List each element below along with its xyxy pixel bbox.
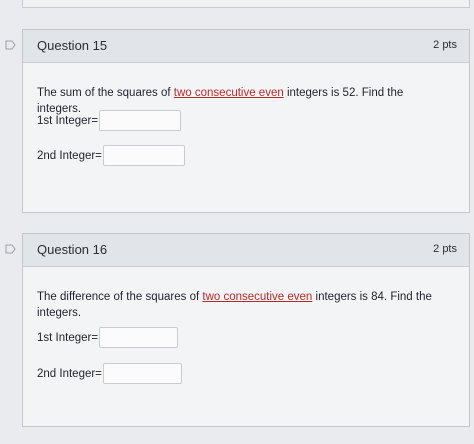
answer-label-2: 2nd Integer=	[37, 149, 102, 162]
second-integer-input[interactable]	[102, 363, 182, 384]
answer-label-1: 1st Integer=	[37, 331, 99, 344]
question-header: Question 16 2 pts	[5, 234, 469, 267]
flag-icon[interactable]	[5, 40, 16, 50]
previous-question-card-edge	[22, 0, 470, 8]
answer-label-2: 2nd Integer=	[37, 367, 102, 380]
question-points: 2 pts	[433, 39, 457, 51]
question-text-before: The difference of the squares of	[37, 291, 203, 303]
second-integer-input[interactable]	[102, 145, 185, 166]
question-title: Question 16	[37, 242, 108, 257]
question-header: Question 15 2 pts	[5, 30, 469, 63]
question-title: Question 15	[37, 38, 108, 53]
first-integer-input[interactable]	[99, 327, 179, 348]
question-text-before: The sum of the squares of	[37, 87, 174, 99]
answer-label-1: 1st Integer=	[37, 114, 99, 127]
question-card-16: Question 16 2 pts The difference of the …	[5, 233, 470, 427]
flag-icon[interactable]	[5, 244, 16, 254]
question-text: The difference of the squares of two con…	[37, 289, 442, 321]
question-text-underlined: two consecutive even	[202, 291, 313, 303]
question-points: 2 pts	[433, 243, 457, 255]
answer-row-1: 1st Integer=	[37, 327, 179, 348]
first-integer-input[interactable]	[99, 110, 182, 131]
answer-row-2: 2nd Integer=	[37, 145, 185, 166]
question-text-underlined: two consecutive even	[173, 87, 284, 99]
question-card-15: Question 15 2 pts The sum of the squares…	[5, 29, 470, 213]
answer-row-1: 1st Integer=	[37, 110, 182, 131]
answer-row-2: 2nd Integer=	[37, 363, 182, 384]
